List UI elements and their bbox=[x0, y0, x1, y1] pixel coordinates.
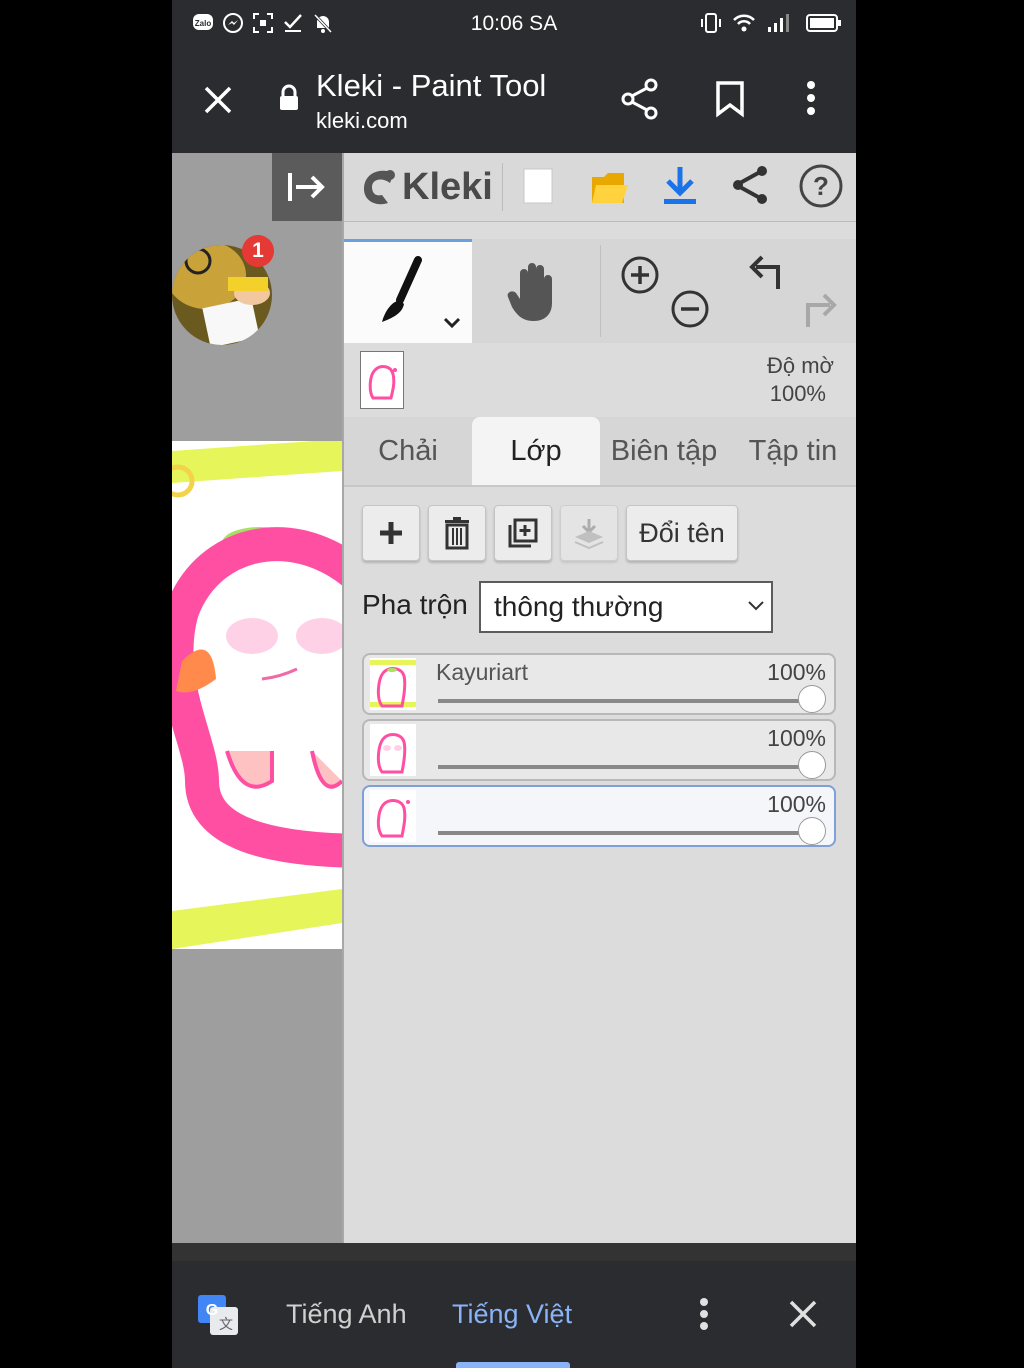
svg-text:文: 文 bbox=[219, 1317, 233, 1333]
merge-down-button[interactable] bbox=[560, 505, 618, 561]
chevron-down-icon bbox=[748, 601, 764, 611]
web-page: 1 Kleki ? Độ mờ 100% Chải Lớp Biên tập T… bbox=[172, 153, 856, 1243]
svg-text:G: G bbox=[206, 1302, 218, 1319]
merge-down-icon bbox=[574, 519, 604, 549]
layer-thumbnail bbox=[370, 658, 416, 710]
layer-name: Kayuriart bbox=[436, 659, 529, 685]
close-icon[interactable] bbox=[788, 1299, 818, 1329]
delete-layer-button[interactable] bbox=[428, 505, 486, 561]
phone-screen: Zalo 10:06 SA Kleki - Paint Tool kleki.c… bbox=[172, 0, 856, 1368]
share-icon[interactable] bbox=[730, 163, 770, 207]
target-language-indicator bbox=[456, 1362, 570, 1368]
collapse-panel-button[interactable] bbox=[272, 153, 342, 221]
layer-thumbnail bbox=[370, 790, 416, 842]
rename-layer-button[interactable]: Đổi tên bbox=[626, 505, 738, 561]
tab-brush[interactable]: Chải bbox=[344, 417, 472, 485]
status-bar: Zalo 10:06 SA bbox=[172, 0, 856, 50]
tab-file[interactable]: Tập tin bbox=[728, 417, 856, 485]
tool-row bbox=[344, 239, 856, 343]
layer-opacity: 100% bbox=[767, 791, 826, 817]
translate-bar-divider bbox=[172, 1243, 856, 1261]
opacity-value: 100% bbox=[769, 381, 826, 406]
help-icon[interactable]: ? bbox=[798, 163, 844, 209]
duplicate-layer-button[interactable] bbox=[494, 505, 552, 561]
opacity-label: Độ mờ bbox=[767, 353, 834, 378]
blend-mode-select[interactable]: thông thường bbox=[479, 581, 773, 633]
more-vert-icon[interactable] bbox=[804, 80, 818, 116]
drawing-canvas[interactable] bbox=[172, 441, 342, 949]
svg-text:?: ? bbox=[813, 171, 829, 201]
layer-thumbnail bbox=[370, 724, 416, 776]
brush-tool[interactable] bbox=[344, 239, 472, 343]
page-title: Kleki - Paint Tool bbox=[316, 68, 547, 103]
plus-icon bbox=[380, 522, 402, 544]
layer-opacity-slider-handle[interactable] bbox=[798, 751, 826, 779]
undo-icon[interactable] bbox=[746, 253, 788, 295]
layer-opacity-slider-handle[interactable] bbox=[798, 685, 826, 713]
signal-icon bbox=[768, 14, 789, 32]
canvas-area[interactable]: 1 bbox=[172, 153, 342, 1243]
layer-opacity: 100% bbox=[767, 725, 826, 751]
google-translate-icon[interactable]: G文 bbox=[196, 1293, 240, 1337]
layer-item[interactable]: 100% bbox=[362, 719, 836, 781]
open-folder-icon[interactable] bbox=[590, 167, 630, 207]
kleki-topbar: Kleki ? bbox=[344, 153, 856, 222]
tab-edit[interactable]: Biên tập bbox=[600, 417, 728, 485]
sidebar-tabs: Chải Lớp Biên tập Tập tin bbox=[344, 417, 856, 487]
download-icon[interactable] bbox=[660, 163, 700, 207]
arrow-right-bar-icon bbox=[288, 173, 325, 201]
chat-head-bubble[interactable]: 1 bbox=[172, 235, 278, 353]
duplicate-icon bbox=[508, 518, 538, 548]
zoom-in-icon[interactable] bbox=[620, 255, 660, 295]
tool-divider bbox=[600, 245, 601, 337]
blend-mode-label: Pha trộn bbox=[362, 589, 468, 620]
bookmark-icon[interactable] bbox=[714, 80, 746, 118]
target-language-tab[interactable]: Tiếng Việt bbox=[452, 1299, 572, 1330]
layer-opacity-slider-handle[interactable] bbox=[798, 817, 826, 845]
lock-icon bbox=[280, 84, 298, 110]
logo-divider bbox=[502, 163, 503, 211]
trash-icon bbox=[445, 517, 469, 550]
paintbrush-icon bbox=[382, 256, 422, 322]
current-layer-preview[interactable] bbox=[360, 351, 404, 409]
zoom-out-icon[interactable] bbox=[670, 289, 710, 329]
layer-thumb-icon bbox=[368, 365, 397, 400]
vibrate-icon bbox=[701, 13, 721, 33]
wifi-icon bbox=[733, 14, 755, 32]
notification-badge: 1 bbox=[242, 235, 274, 267]
more-vert-icon[interactable] bbox=[697, 1297, 711, 1331]
kleki-sidebar: Kleki ? Độ mờ 100% Chải Lớp Biên tập Tập… bbox=[342, 153, 856, 1243]
add-layer-button[interactable] bbox=[362, 505, 420, 561]
hand-tool[interactable] bbox=[472, 239, 600, 343]
kleki-logo[interactable]: Kleki bbox=[360, 161, 493, 213]
browser-toolbar: Kleki - Paint Tool kleki.com bbox=[172, 50, 856, 153]
chevron-down-icon[interactable] bbox=[442, 316, 462, 330]
blend-mode-value: thông thường bbox=[494, 591, 664, 622]
source-language-tab[interactable]: Tiếng Anh bbox=[286, 1299, 407, 1330]
kleki-logo-text: Kleki bbox=[402, 165, 493, 208]
layer-item[interactable]: Kayuriart 100% bbox=[362, 653, 836, 715]
layer-opacity-slider-track[interactable] bbox=[438, 831, 814, 835]
layer-opacity-slider-track[interactable] bbox=[438, 699, 814, 703]
battery-icon bbox=[806, 14, 841, 32]
layer-opacity: 100% bbox=[767, 659, 826, 685]
tab-layers[interactable]: Lớp bbox=[472, 417, 600, 485]
kleki-logo-icon bbox=[364, 170, 395, 205]
close-icon[interactable] bbox=[202, 84, 234, 116]
page-url: kleki.com bbox=[316, 108, 408, 133]
redo-icon[interactable] bbox=[798, 289, 840, 331]
hand-icon bbox=[507, 263, 552, 321]
share-icon[interactable] bbox=[620, 78, 660, 120]
layer-opacity-slider-track[interactable] bbox=[438, 765, 814, 769]
layer-item-selected[interactable]: 100% bbox=[362, 785, 836, 847]
translate-bar: G文 Tiếng Anh Tiếng Việt bbox=[172, 1261, 856, 1368]
new-image-icon[interactable] bbox=[522, 167, 554, 205]
